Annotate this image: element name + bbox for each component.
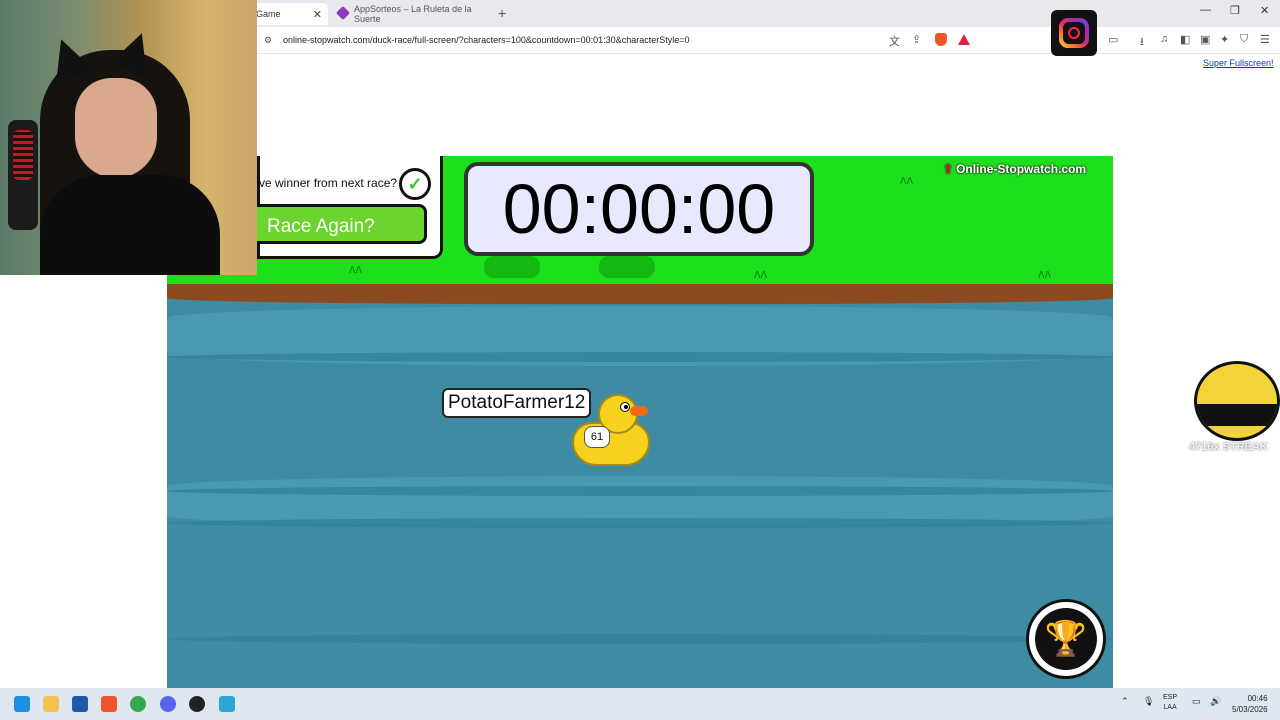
restore-icon[interactable]: ❐ <box>1230 4 1240 17</box>
lang-top: ESP <box>1163 694 1178 701</box>
bush <box>484 256 540 278</box>
share-icon[interactable]: ⇪ <box>912 33 921 46</box>
countdown-timer: 00:00:00 <box>464 162 814 256</box>
file-explorer-icon[interactable] <box>43 696 59 712</box>
obs-icon[interactable] <box>189 696 205 712</box>
microphone-icon <box>8 120 38 230</box>
remove-winner-label: ve winner from next race? <box>259 176 398 190</box>
duck-name-label: PotatoFarmer12 <box>442 388 592 418</box>
instagram-icon <box>1051 10 1097 56</box>
volume-icon[interactable]: 🔊 <box>1210 696 1221 707</box>
url-field[interactable]: online-stopwatch.com/duck-race/full-scre… <box>283 35 689 45</box>
vpn-icon[interactable]: ⛉ <box>1240 33 1248 46</box>
logo-text: Online-Stopwatch.com <box>956 162 1087 176</box>
wave <box>167 352 1113 362</box>
discord-icon[interactable] <box>160 696 176 712</box>
start-icon[interactable] <box>14 696 30 712</box>
bee-body <box>1194 361 1280 441</box>
menu-icon[interactable]: ☰ <box>1260 33 1270 46</box>
remove-winner-checkbox[interactable]: ✓ <box>399 168 431 200</box>
brave-shields-icon[interactable] <box>935 33 947 46</box>
cam-body <box>40 175 220 275</box>
riverbank <box>167 284 1113 304</box>
instagram-logo <box>1059 18 1089 48</box>
download-icon[interactable]: ⭳ <box>1140 33 1144 52</box>
chrome-icon[interactable] <box>130 696 146 712</box>
new-tab-button[interactable]: + <box>498 5 506 21</box>
tab-title: Game <box>256 9 281 19</box>
trophy-icon: 🏆 <box>1035 608 1097 670</box>
wave <box>167 634 1113 644</box>
grass-tuft: ᴧᴧ <box>754 266 767 281</box>
grass-tuft: ᴧᴧ <box>1038 266 1051 281</box>
tab-title: AppSorteos – La Ruleta de la Suerte <box>354 4 472 24</box>
lang-bottom: LAA <box>1163 704 1177 711</box>
close-tab-icon[interactable]: ✕ <box>313 8 322 21</box>
bee-mascot-icon <box>1192 355 1280 441</box>
tab-icon[interactable]: ▭ <box>1108 33 1118 46</box>
cam-face <box>75 78 157 178</box>
race-again-button[interactable]: Race Again? <box>257 204 427 244</box>
translate-icon[interactable]: 文 <box>889 33 900 49</box>
wave <box>167 518 1113 528</box>
brave-rewards-icon[interactable] <box>958 34 970 45</box>
duck-number: 61 <box>584 426 610 448</box>
language-indicator[interactable]: ESP LAA <box>1163 693 1177 713</box>
streak-label: 4716x STREAK <box>1189 441 1268 453</box>
tray-chevron-icon[interactable]: ⌃ <box>1121 696 1129 707</box>
wallet-icon[interactable]: ▣ <box>1200 33 1210 46</box>
notepad-icon[interactable] <box>219 696 235 712</box>
app-icon[interactable] <box>72 696 88 712</box>
brave-browser-icon[interactable] <box>101 696 117 712</box>
appsorteos-icon <box>335 5 351 21</box>
duck-icon: 61 <box>572 394 652 466</box>
logo-arrow-icon: ⇧ <box>943 162 954 176</box>
duck-race-game: ᴧᴧ ᴧᴧ ᴧᴧ ᴧᴧ ve winner from next race? ✓ … <box>167 156 1113 688</box>
music-icon[interactable]: ♫ <box>1160 33 1168 45</box>
clock-date: 5/03/2026 <box>1232 705 1268 714</box>
grass-tuft: ᴧᴧ <box>349 261 362 276</box>
bee-stripe <box>1197 404 1277 426</box>
network-icon[interactable]: ▭ <box>1192 696 1201 707</box>
leaderboard-button[interactable]: 🏆 <box>1026 599 1106 679</box>
duck-eye <box>620 402 630 412</box>
super-fullscreen-link[interactable]: Super Fullscreen! <box>1203 58 1274 68</box>
webcam-overlay <box>0 0 257 275</box>
clock-time: 00:46 <box>1247 694 1268 703</box>
online-stopwatch-logo[interactable]: ⇧ Online-Stopwatch.com <box>943 162 1086 176</box>
clock[interactable]: 00:46 5/03/2026 <box>1232 693 1268 715</box>
leo-ai-icon[interactable]: ✦ <box>1220 33 1229 46</box>
tab-appsorteos[interactable]: AppSorteos – La Ruleta de la Suerte <box>332 3 492 25</box>
sidebar-icon[interactable]: ◧ <box>1180 33 1190 46</box>
wave <box>167 486 1113 496</box>
site-settings-icon[interactable]: ⚙ <box>264 35 272 46</box>
minimize-icon[interactable]: — <box>1200 4 1211 16</box>
grass-tuft: ᴧᴧ <box>900 172 913 187</box>
close-window-icon[interactable]: ✕ <box>1260 4 1269 17</box>
duck-beak <box>630 406 648 416</box>
mic-tray-icon[interactable]: 🎙 <box>1143 696 1154 707</box>
windows-taskbar: ⌃ 🎙 ESP LAA ▭ 🔊 00:46 5/03/2026 <box>0 688 1280 720</box>
bush <box>599 256 655 278</box>
